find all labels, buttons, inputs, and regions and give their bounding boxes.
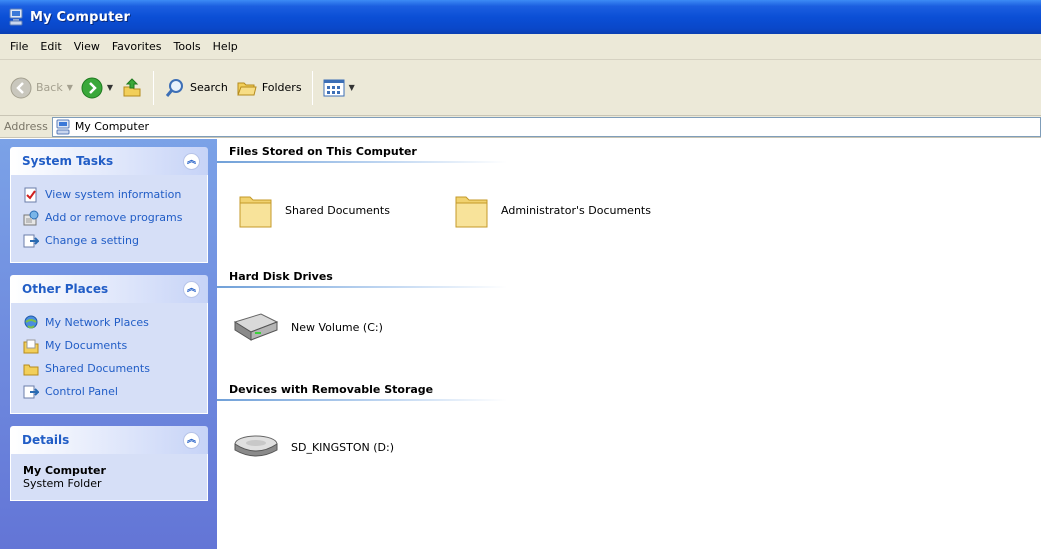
- search-button[interactable]: Search: [160, 68, 232, 108]
- task-label: My Documents: [45, 339, 128, 352]
- group-divider: [217, 399, 507, 401]
- item-label: SD_KINGSTON (D:): [291, 440, 395, 454]
- task-label: Control Panel: [45, 385, 118, 398]
- up-button[interactable]: [117, 68, 147, 108]
- other-places-header[interactable]: Other Places ︽: [10, 275, 208, 303]
- address-bar: Address My Computer: [0, 116, 1041, 138]
- task-label: View system information: [45, 188, 182, 201]
- task-view-system-information[interactable]: View system information: [23, 183, 201, 206]
- search-icon: [165, 78, 184, 97]
- toolbar-separator: [153, 70, 155, 105]
- folders-label: Folders: [261, 81, 302, 94]
- chevron-down-icon[interactable]: ▼: [107, 83, 113, 92]
- item-label: New Volume (C:): [291, 320, 383, 334]
- my-computer-icon: [56, 119, 70, 134]
- back-arrow-icon: [10, 77, 32, 98]
- menu-file[interactable]: File: [4, 40, 34, 53]
- toolbar-separator: [311, 70, 313, 105]
- task-label: Change a setting: [45, 234, 139, 247]
- task-pane: System Tasks ︽ View system information A…: [0, 139, 217, 549]
- details-header[interactable]: Details ︽: [10, 426, 208, 454]
- forward-arrow-icon: [81, 77, 103, 98]
- place-my-documents[interactable]: My Documents: [23, 334, 201, 357]
- panel-title: Other Places: [22, 282, 109, 296]
- menu-view[interactable]: View: [68, 40, 106, 53]
- folder-item[interactable]: Shared Documents: [237, 189, 390, 231]
- network-places-icon: [24, 315, 38, 328]
- folder-icon: [239, 196, 272, 228]
- task-add-remove-programs[interactable]: Add or remove programs: [23, 206, 201, 229]
- address-value: My Computer: [74, 120, 149, 133]
- folder-item[interactable]: Administrator's Documents: [453, 189, 651, 231]
- title-bar[interactable]: My Computer: [0, 0, 1041, 34]
- back-button[interactable]: Back ▼: [6, 68, 77, 108]
- panel-title: System Tasks: [22, 154, 114, 168]
- details-name: My Computer: [23, 464, 106, 477]
- my-computer-icon: [9, 8, 23, 26]
- item-label: Shared Documents: [285, 203, 390, 217]
- details-body: My Computer System Folder: [10, 454, 208, 501]
- collapse-icon[interactable]: ︽: [183, 431, 200, 449]
- group-divider: [217, 161, 507, 163]
- removable-drive-icon: [234, 435, 278, 457]
- place-shared-documents[interactable]: Shared Documents: [23, 357, 201, 380]
- folder-icon: [23, 364, 39, 375]
- toolbar: Back ▼ ▼ Search Folders ▼: [0, 60, 1041, 116]
- views-icon: [323, 79, 345, 96]
- other-places-body: My Network Places My Documents Shared Do…: [10, 303, 208, 414]
- collapse-icon[interactable]: ︽: [183, 152, 200, 170]
- menu-favorites[interactable]: Favorites: [106, 40, 168, 53]
- drive-item[interactable]: SD_KINGSTON (D:): [231, 430, 394, 464]
- address-input[interactable]: My Computer: [51, 116, 1041, 137]
- menu-tools[interactable]: Tools: [168, 40, 207, 53]
- task-label: Add or remove programs: [45, 211, 183, 224]
- details-panel: Details ︽ My Computer System Folder: [10, 426, 208, 501]
- drive-item[interactable]: New Volume (C:): [231, 310, 383, 344]
- item-label: Administrator's Documents: [501, 203, 651, 217]
- system-tasks-body: View system information Add or remove pr…: [10, 175, 208, 263]
- system-tasks-panel: System Tasks ︽ View system information A…: [10, 147, 208, 263]
- search-label: Search: [190, 81, 228, 94]
- task-change-setting[interactable]: Change a setting: [23, 229, 201, 252]
- control-panel-icon: [23, 385, 39, 398]
- group-divider: [217, 286, 507, 288]
- add-remove-icon: [23, 210, 39, 225]
- other-places-panel: Other Places ︽ My Network Places My Docu…: [10, 275, 208, 414]
- group-header: Devices with Removable Storage: [229, 383, 434, 396]
- chevron-down-icon[interactable]: ▼: [349, 83, 355, 92]
- control-panel-icon: [23, 234, 39, 247]
- hard-drive-icon: [233, 313, 279, 341]
- menu-bar: File Edit View Favorites Tools Help: [0, 34, 1041, 60]
- place-my-network-places[interactable]: My Network Places: [23, 311, 201, 334]
- views-button[interactable]: ▼: [319, 68, 359, 108]
- system-tasks-header[interactable]: System Tasks ︽: [10, 147, 208, 175]
- task-label: My Network Places: [45, 316, 149, 329]
- my-documents-icon: [23, 339, 39, 353]
- system-info-icon: [24, 187, 37, 202]
- folder-icon: [455, 196, 488, 228]
- task-label: Shared Documents: [45, 362, 150, 375]
- up-folder-icon: [123, 77, 141, 96]
- menu-help[interactable]: Help: [207, 40, 244, 53]
- window-title: My Computer: [30, 9, 131, 25]
- menu-edit[interactable]: Edit: [34, 40, 67, 53]
- group-header: Files Stored on This Computer: [229, 145, 417, 158]
- chevron-down-icon[interactable]: ▼: [67, 83, 73, 92]
- folders-button[interactable]: Folders: [232, 68, 306, 108]
- content-area: Files Stored on This Computer Shared Doc…: [217, 139, 1041, 549]
- collapse-icon[interactable]: ︽: [183, 280, 200, 298]
- details-type: System Folder: [23, 477, 102, 490]
- group-header: Hard Disk Drives: [229, 270, 333, 283]
- place-control-panel[interactable]: Control Panel: [23, 380, 201, 403]
- folders-icon: [237, 82, 257, 95]
- panel-title: Details: [22, 433, 70, 447]
- back-label: Back: [36, 81, 63, 94]
- forward-button[interactable]: ▼: [77, 68, 117, 108]
- address-label: Address: [4, 120, 48, 133]
